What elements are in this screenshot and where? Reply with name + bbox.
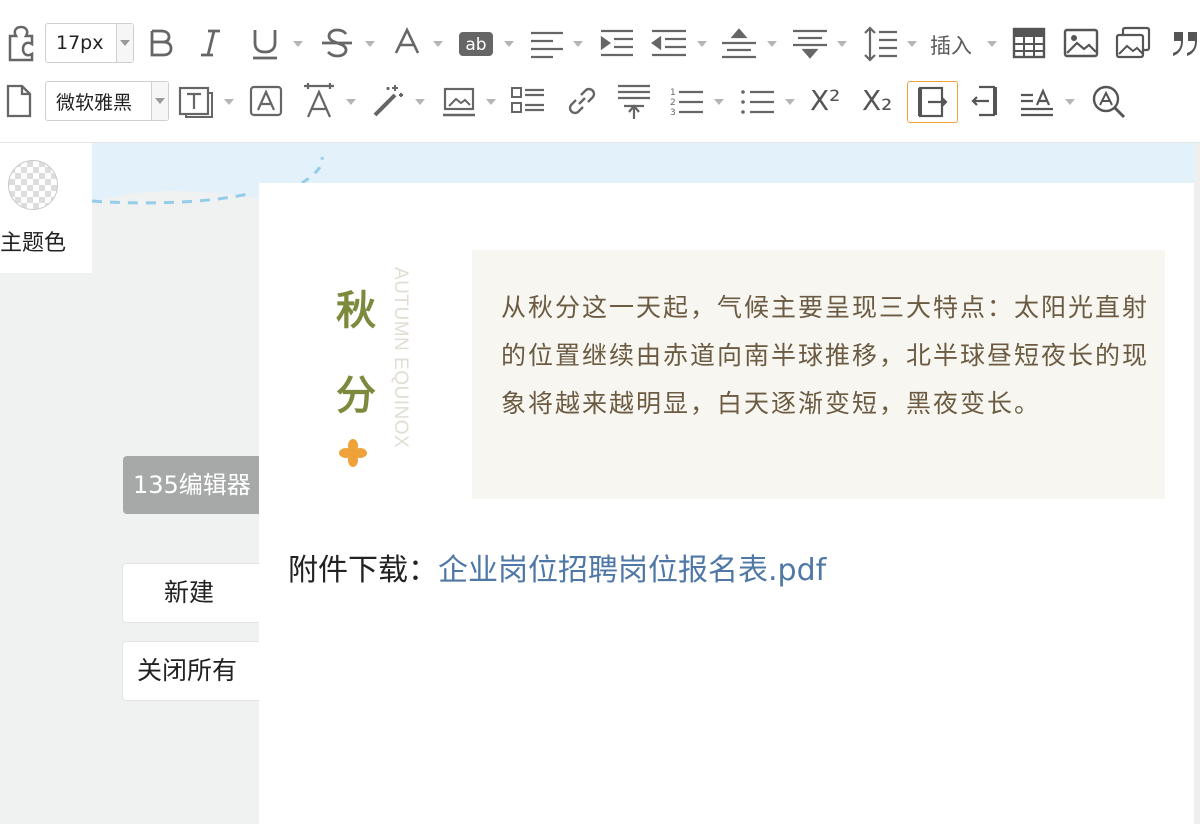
flower-icon xyxy=(339,439,367,467)
new-button[interactable]: 新建 xyxy=(122,563,272,623)
ordered-list-icon[interactable]: 123 xyxy=(669,81,705,121)
magic-wand-icon[interactable] xyxy=(371,81,405,121)
toolbar-row-2: 微软雅黑 123 X² X₂ xyxy=(0,72,1200,130)
spacing-before-icon[interactable] xyxy=(721,23,757,63)
theme-color-panel: 主题色 xyxy=(0,143,92,273)
chevron-down-icon[interactable] xyxy=(785,99,795,105)
chevron-down-icon[interactable] xyxy=(365,41,375,47)
highlight-icon[interactable]: ab xyxy=(458,23,494,63)
attachment-line: 附件下载：企业岗位招聘岗位报名表.pdf xyxy=(288,545,826,589)
multi-image-icon[interactable] xyxy=(1115,23,1151,63)
font-size-select[interactable]: 17px xyxy=(45,23,134,63)
line-height-icon[interactable] xyxy=(862,23,898,63)
chevron-down-icon[interactable] xyxy=(987,41,997,47)
text-border-icon[interactable] xyxy=(178,81,214,121)
editor-toolbar: 17px ab 插入 微软雅黑 1 2 3 X² X₂ xyxy=(0,0,1200,143)
attachment-link[interactable]: 企业岗位招聘岗位报名表.pdf xyxy=(438,553,826,588)
chevron-down-icon[interactable] xyxy=(714,99,724,105)
indent-first-line-button[interactable] xyxy=(907,81,958,123)
attachment-prefix: 附件下载： xyxy=(288,553,438,588)
season-title-char-2: 分 xyxy=(336,373,376,419)
toolbar-row-1: 17px ab 插入 xyxy=(0,14,1200,72)
font-family-value: 微软雅黑 xyxy=(56,91,133,114)
puzzle-icon[interactable] xyxy=(4,23,38,63)
superscript-button[interactable]: X² xyxy=(810,84,840,117)
indent-icon[interactable] xyxy=(600,23,634,63)
indent-both-icon[interactable] xyxy=(969,81,1003,121)
italic-icon[interactable] xyxy=(198,23,224,63)
chevron-down-icon[interactable] xyxy=(224,99,234,105)
table-icon[interactable] xyxy=(1012,23,1046,63)
document-icon[interactable] xyxy=(4,81,34,121)
chevron-down-icon[interactable] xyxy=(151,82,168,120)
editor-canvas[interactable]: 秋 分 AUTUMN EQUINOX 从秋分这一天起，气候主要呈现三大特点：太阳… xyxy=(259,183,1194,824)
link-icon[interactable] xyxy=(565,81,599,121)
close-all-button[interactable]: 关闭所有 xyxy=(122,641,272,701)
quote-box: 从秋分这一天起，气候主要呈现三大特点：太阳光直射的位置继续由赤道向南半球推移，北… xyxy=(472,250,1165,499)
chevron-down-icon[interactable] xyxy=(293,41,303,47)
svg-text:2: 2 xyxy=(670,98,676,108)
letter-spacing-icon[interactable] xyxy=(302,81,336,121)
letter-box-icon[interactable] xyxy=(249,81,283,121)
image-icon[interactable] xyxy=(1063,23,1099,63)
svg-text:1: 1 xyxy=(670,88,676,98)
season-title-char-1: 秋 xyxy=(336,288,376,334)
quote-icon[interactable] xyxy=(1170,23,1200,63)
svg-text:ab: ab xyxy=(465,35,486,55)
font-color-icon[interactable] xyxy=(393,23,421,63)
chevron-down-icon[interactable] xyxy=(573,41,583,47)
font-family-select[interactable]: 微软雅黑 xyxy=(45,81,169,121)
theme-color-swatch[interactable] xyxy=(8,160,58,210)
chevron-down-icon[interactable] xyxy=(433,41,443,47)
chevron-down-icon[interactable] xyxy=(504,41,514,47)
chevron-down-icon[interactable] xyxy=(837,41,847,47)
chevron-down-icon[interactable] xyxy=(907,41,917,47)
align-left-icon[interactable] xyxy=(530,23,564,63)
chevron-down-icon[interactable] xyxy=(415,99,425,105)
chevron-down-icon[interactable] xyxy=(697,41,707,47)
image-border-icon[interactable] xyxy=(441,81,477,121)
spacing-after-icon[interactable] xyxy=(792,23,828,63)
chevron-down-icon[interactable] xyxy=(346,99,356,105)
season-english-text: AUTUMN EQUINOX xyxy=(390,267,411,449)
paragraph-spacing-icon[interactable] xyxy=(616,81,652,121)
insert-menu-label[interactable]: 插入 xyxy=(930,30,972,60)
chevron-down-icon[interactable] xyxy=(486,99,496,105)
scroll-gutter xyxy=(1194,143,1200,824)
chevron-down-icon[interactable] xyxy=(1065,99,1075,105)
strikethrough-icon[interactable] xyxy=(320,23,354,63)
theme-color-label: 主题色 xyxy=(0,231,67,256)
text-align-icon[interactable] xyxy=(1019,81,1055,121)
outdent-icon[interactable] xyxy=(651,23,687,63)
indent-first-line-icon xyxy=(917,86,948,118)
underline-icon[interactable] xyxy=(250,23,280,63)
editor135-button[interactable]: 135编辑器 xyxy=(123,456,273,514)
svg-text:3: 3 xyxy=(670,108,676,118)
subscript-button[interactable]: X₂ xyxy=(862,84,892,117)
quote-text: 从秋分这一天起，气候主要呈现三大特点：太阳光直射的位置继续由赤道向南半球推移，北… xyxy=(501,293,1150,418)
bold-icon[interactable] xyxy=(148,23,174,63)
unordered-list-icon[interactable] xyxy=(740,81,776,121)
find-replace-icon[interactable] xyxy=(1090,81,1128,121)
font-size-value: 17px xyxy=(56,32,104,54)
chevron-down-icon[interactable] xyxy=(116,24,133,62)
list-layout-icon[interactable] xyxy=(510,81,546,121)
season-english-label: AUTUMN EQUINOX xyxy=(375,267,431,484)
chevron-down-icon[interactable] xyxy=(767,41,777,47)
